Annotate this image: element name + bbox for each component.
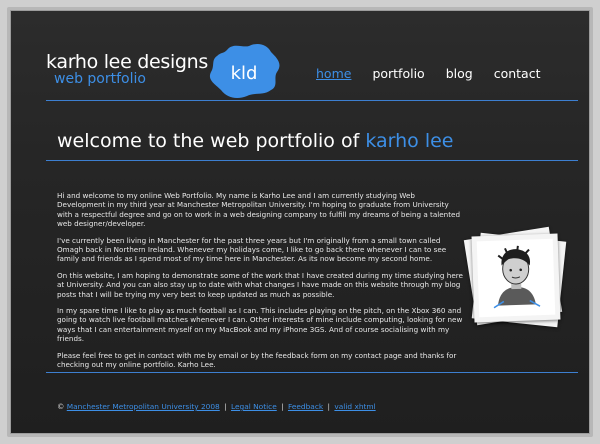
footer-separator: | [281, 402, 284, 411]
header-divider [46, 100, 578, 101]
logo-badge-text: kld [231, 63, 258, 84]
profile-photo [471, 233, 561, 323]
title-divider [46, 160, 578, 161]
logo-title: karho lee designs [46, 51, 209, 73]
page-container: karho lee designs web portfolio kld home… [10, 10, 590, 434]
footer-link-university[interactable]: Manchester Metropolitan University 2008 [67, 402, 220, 411]
footer-link-feedback[interactable]: Feedback [288, 402, 323, 411]
footer-divider [46, 372, 578, 373]
paragraph-background: I've currently been living in Manchester… [57, 235, 447, 264]
footer-separator: | [224, 402, 227, 411]
paragraph-contact: Please feel free to get in contact with … [57, 350, 457, 370]
page-title-name: karho lee [365, 130, 454, 152]
footer-link-valid-xhtml[interactable]: valid xhtml [334, 402, 375, 411]
footer-separator: | [327, 402, 331, 411]
intro-text: Hi and welcome to my online Web Portfoli… [57, 191, 465, 377]
paragraph-website: On this website, I am hoping to demonstr… [57, 270, 463, 299]
footer-link-legal[interactable]: Legal Notice [231, 402, 277, 411]
kld-logo-badge[interactable]: kld [205, 40, 285, 102]
page-title-prefix: welcome to the web portfolio of [57, 130, 360, 152]
profile-photo-stack [462, 225, 574, 337]
page-title: welcome to the web portfolio of karho le… [57, 130, 453, 152]
nav-portfolio[interactable]: portfolio [372, 66, 424, 81]
copyright-symbol: © [57, 402, 65, 411]
main-nav: home portfolio blog contact [316, 66, 561, 81]
logo-subtitle: web portfolio [54, 71, 146, 87]
site-logo[interactable]: karho lee designs web portfolio [46, 51, 209, 87]
footer: © Manchester Metropolitan University 200… [57, 402, 376, 411]
nav-contact[interactable]: contact [494, 66, 541, 81]
portrait-illustration [476, 238, 556, 318]
nav-blog[interactable]: blog [446, 66, 473, 81]
paragraph-intro: Hi and welcome to my online Web Portfoli… [57, 191, 461, 229]
paragraph-interests: In my spare time I like to play as much … [57, 306, 463, 344]
nav-home[interactable]: home [316, 66, 351, 81]
